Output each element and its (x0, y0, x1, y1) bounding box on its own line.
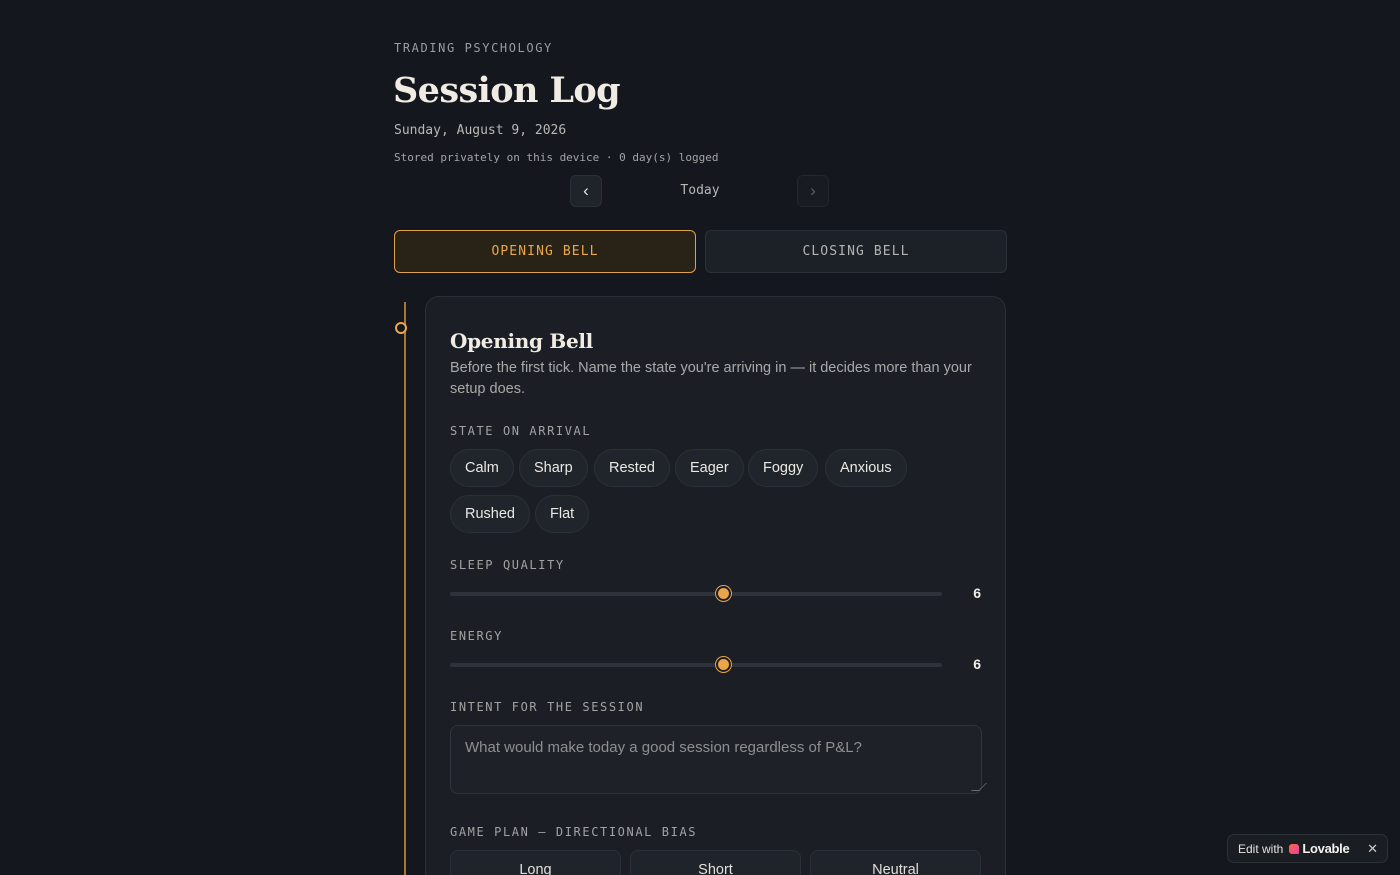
state-chip-eager[interactable]: Eager (675, 449, 744, 487)
sleep-value: 6 (973, 585, 981, 601)
badge-brand: Lovable (1302, 841, 1350, 856)
timeline-line (404, 302, 406, 875)
energy-value: 6 (973, 656, 981, 672)
intent-textarea[interactable]: What would make today a good session reg… (450, 725, 987, 794)
chevron-right-icon: › (810, 181, 816, 200)
next-day-button[interactable]: › (797, 175, 829, 207)
badge-prefix: Edit with (1238, 841, 1284, 856)
lovable-heart-icon (1289, 843, 1300, 854)
energy-label: ENERGY (450, 629, 503, 643)
session-date: Sunday, August 9, 2026 (394, 123, 567, 138)
tab-closing-bell[interactable]: CLOSING BELL (705, 230, 1007, 273)
sleep-slider[interactable] (450, 586, 942, 601)
page-eyebrow: TRADING PSYCHOLOGY (394, 41, 553, 55)
bias-long-button[interactable]: Long (450, 850, 621, 875)
intent-placeholder: What would make today a good session reg… (465, 739, 862, 756)
card-description: Before the first tick. Name the state yo… (450, 360, 972, 397)
state-label: STATE ON ARRIVAL (450, 424, 592, 438)
sleep-label: SLEEP QUALITY (450, 558, 565, 572)
sleep-slider-fill (450, 592, 724, 596)
state-chip-foggy[interactable]: Foggy (748, 449, 819, 487)
resize-grip-icon[interactable] (971, 783, 987, 791)
bias-neutral-button[interactable]: Neutral (810, 850, 981, 875)
state-chip-rested[interactable]: Rested (594, 449, 670, 487)
chevron-left-icon: ‹ (583, 181, 589, 200)
tab-opening-bell[interactable]: OPENING BELL (394, 230, 696, 273)
previous-day-button[interactable]: ‹ (570, 175, 602, 207)
timeline-marker (395, 322, 407, 334)
day-label: Today (680, 183, 720, 198)
energy-slider-thumb[interactable] (716, 657, 732, 672)
sleep-slider-thumb[interactable] (716, 586, 732, 601)
bias-label: GAME PLAN — DIRECTIONAL BIAS (450, 825, 698, 839)
state-chip-anxious[interactable]: Anxious (825, 449, 907, 487)
storage-note: Stored privately on this device · 0 day(… (394, 151, 719, 164)
state-chip-sharp[interactable]: Sharp (519, 449, 588, 487)
card-title: Opening Bell (450, 329, 593, 353)
energy-slider-fill (450, 663, 724, 667)
intent-label: INTENT FOR THE SESSION (450, 700, 645, 714)
opening-bell-card: Opening Bell Before the first tick. Name… (425, 296, 1006, 875)
edit-with-lovable-badge[interactable]: Edit with Lovable ✕ (1227, 834, 1388, 863)
energy-slider[interactable] (450, 657, 942, 672)
close-icon[interactable]: ✕ (1367, 841, 1378, 857)
state-chip-flat[interactable]: Flat (535, 495, 590, 533)
state-chip-calm[interactable]: Calm (450, 449, 514, 487)
page-title: Session Log (393, 70, 621, 111)
bias-short-button[interactable]: Short (630, 850, 801, 875)
state-chip-rushed[interactable]: Rushed (450, 495, 530, 533)
